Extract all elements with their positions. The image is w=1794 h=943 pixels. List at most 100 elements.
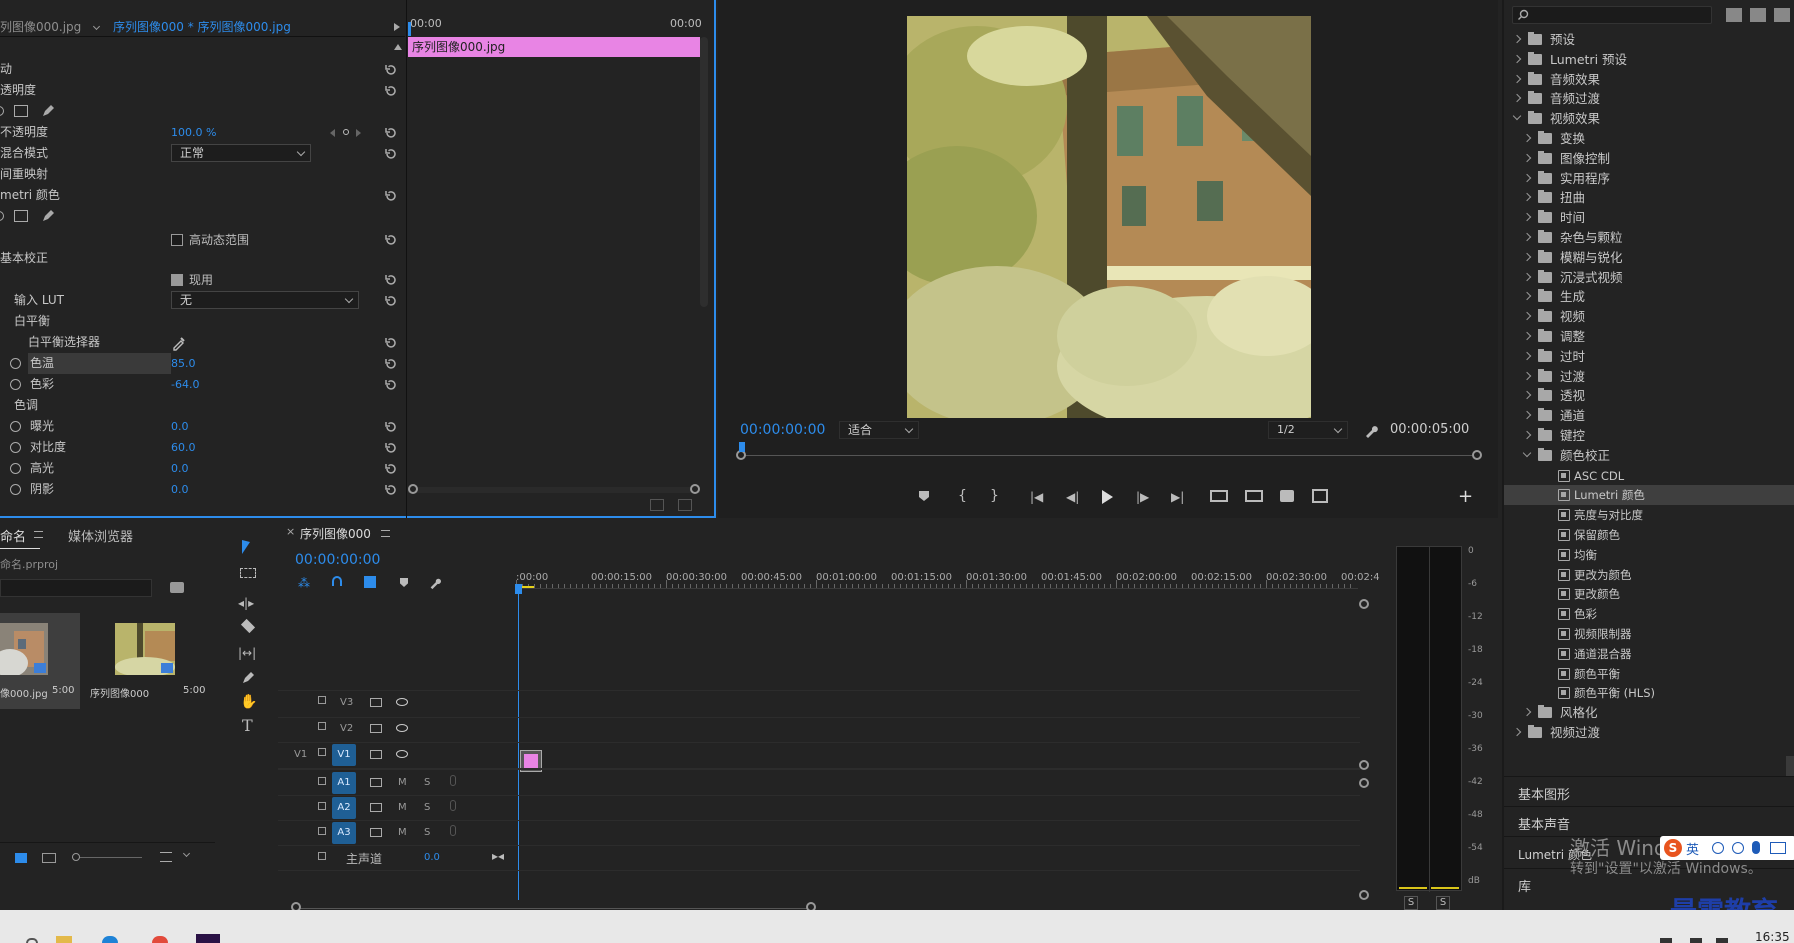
chevron-right-icon[interactable]	[1522, 252, 1532, 262]
eye-icon[interactable]	[396, 724, 408, 732]
ec-playhead[interactable]	[408, 22, 411, 36]
step-back-icon[interactable]: ◀|	[1066, 490, 1079, 504]
exposure-value[interactable]: 0.0	[171, 416, 189, 437]
effects-item[interactable]: 亮度与对比度	[1504, 505, 1794, 525]
type-tool-icon[interactable]: T	[242, 716, 253, 735]
prev-keyframe-icon[interactable]	[330, 129, 335, 137]
track-select-tool-icon[interactable]	[240, 568, 256, 578]
meter-solo-left[interactable]: S	[1404, 896, 1418, 910]
mark-in-icon[interactable]: {	[958, 488, 967, 504]
snap-icon[interactable]	[332, 576, 342, 586]
input-lut-select[interactable]: 无	[171, 291, 359, 309]
project-tab[interactable]: 命名	[0, 526, 26, 545]
stopwatch-icon[interactable]	[10, 379, 21, 390]
timeline-timecode[interactable]: 00:00:00:00	[295, 552, 380, 568]
effects-item[interactable]: Lumetri 预设	[1504, 50, 1794, 70]
ripple-edit-tool-icon[interactable]: ◂|▸	[238, 596, 254, 610]
essential-sound-section[interactable]: 基本声音	[1518, 814, 1570, 833]
chevron-right-icon[interactable]	[1522, 707, 1532, 717]
collapse-up-icon[interactable]	[394, 44, 402, 50]
hdr-checkbox-row[interactable]: 高动态范围	[171, 232, 271, 248]
clock[interactable]: 16:35	[1755, 930, 1790, 943]
ime-mode[interactable]: 英	[1686, 839, 1699, 858]
mark-out-icon[interactable]: }	[990, 488, 999, 504]
media-browser-tab[interactable]: 媒体浏览器	[68, 526, 133, 545]
sequence-tab[interactable]: 序列图像000	[300, 525, 371, 542]
add-button-icon[interactable]: +	[1458, 486, 1473, 507]
mute-button[interactable]: M	[398, 827, 407, 838]
list-view-icon[interactable]	[15, 853, 27, 863]
effects-item[interactable]: 通道	[1504, 406, 1794, 426]
time-ruler[interactable]: :00:00 00:00:15:00 00:00:30:00 00:00:45:00 0…	[516, 562, 1389, 590]
lock-icon[interactable]	[318, 802, 326, 810]
stopwatch-icon[interactable]	[10, 358, 21, 369]
effects-item[interactable]: 沉浸式视频	[1504, 268, 1794, 288]
stopwatch-icon[interactable]	[10, 463, 21, 474]
stopwatch-icon[interactable]	[10, 484, 21, 495]
ec-clip-bar[interactable]: 序列图像000.jpg	[408, 37, 700, 57]
nest-icon[interactable]: ⁂	[298, 576, 310, 590]
chevron-right-icon[interactable]	[1522, 153, 1532, 163]
track-target-a3[interactable]: A3	[332, 822, 356, 844]
effects-item[interactable]: 更改为颜色	[1504, 565, 1794, 585]
step-forward-icon[interactable]: |▶	[1136, 490, 1149, 504]
chevron-right-icon[interactable]	[1512, 74, 1522, 83]
a-scroll-top[interactable]	[1359, 778, 1369, 788]
play-triangle-icon[interactable]	[394, 23, 400, 31]
effects-item[interactable]: 透视	[1504, 386, 1794, 406]
effects-item[interactable]: 视频限制器	[1504, 624, 1794, 644]
effects-item[interactable]: 颜色平衡	[1504, 664, 1794, 684]
effects-item[interactable]: 杂色与颗粒	[1504, 228, 1794, 248]
resolution-select[interactable]: 1/2	[1268, 421, 1348, 439]
lock-icon[interactable]	[318, 777, 326, 785]
wrench-icon[interactable]	[428, 576, 442, 590]
chevron-down-icon[interactable]	[92, 22, 101, 31]
effects-item[interactable]: ASC CDL	[1504, 466, 1794, 486]
effects-item[interactable]: 图像控制	[1504, 149, 1794, 169]
sync-lock-icon[interactable]	[370, 803, 382, 812]
voice-icon[interactable]	[1752, 841, 1760, 854]
effects-item[interactable]: 过时	[1504, 347, 1794, 367]
highlights-value[interactable]: 0.0	[171, 458, 189, 479]
ellipse-mask-icon[interactable]	[0, 106, 4, 116]
rectangle-mask-icon[interactable]	[14, 105, 28, 117]
comparison-view-icon[interactable]	[1312, 489, 1328, 503]
reset-icon[interactable]	[384, 233, 398, 247]
add-keyframe-icon[interactable]	[343, 129, 349, 135]
program-video-frame[interactable]	[907, 16, 1311, 418]
effects-item[interactable]: Lumetri 颜色	[1504, 485, 1794, 506]
solo-button[interactable]: S	[424, 802, 430, 813]
chevron-right-icon[interactable]	[1522, 371, 1532, 380]
project-search-input[interactable]	[0, 579, 152, 597]
source-patch-v1[interactable]: V1	[294, 749, 307, 760]
premiere-taskbar-icon[interactable]	[196, 934, 220, 943]
effects-item[interactable]: 通道混合器	[1504, 644, 1794, 664]
effects-item[interactable]: 保留颜色	[1504, 525, 1794, 545]
menu-icon[interactable]	[34, 531, 43, 538]
new-bin-camera-icon[interactable]	[170, 582, 184, 593]
chevron-right-icon[interactable]	[1522, 292, 1532, 301]
a-scroll-bottom[interactable]	[1359, 890, 1369, 900]
mute-button[interactable]: M	[398, 777, 407, 788]
sequence-clip-tab[interactable]: 序列图像000 * 序列图像000.jpg	[113, 17, 291, 37]
contrast-value[interactable]: 60.0	[171, 437, 196, 458]
zoom-fit-select[interactable]: 适合	[839, 421, 919, 439]
effects-item[interactable]: 颜色平衡 (HLS)	[1504, 683, 1794, 703]
play-icon[interactable]	[1102, 490, 1113, 504]
tint-value[interactable]: -64.0	[171, 374, 199, 395]
program-scrubber[interactable]	[736, 442, 1482, 462]
chevron-right-icon[interactable]	[1522, 430, 1532, 440]
mic-icon[interactable]	[450, 825, 456, 836]
punctuation-icon[interactable]	[1712, 842, 1724, 854]
icon-view-icon[interactable]	[42, 853, 56, 863]
effects-item[interactable]: 生成	[1504, 287, 1794, 307]
emoji-icon[interactable]	[1732, 842, 1744, 854]
browser-icon[interactable]	[152, 936, 168, 943]
effects-item[interactable]: 键控	[1504, 426, 1794, 446]
effects-item[interactable]: 视频效果	[1504, 109, 1794, 129]
effects-item[interactable]: 更改颜色	[1504, 584, 1794, 604]
effects-item[interactable]: 颜色校正	[1504, 446, 1794, 466]
effects-item[interactable]: 调整	[1504, 327, 1794, 347]
menu-icon[interactable]	[381, 530, 390, 537]
lock-icon[interactable]	[318, 827, 326, 835]
